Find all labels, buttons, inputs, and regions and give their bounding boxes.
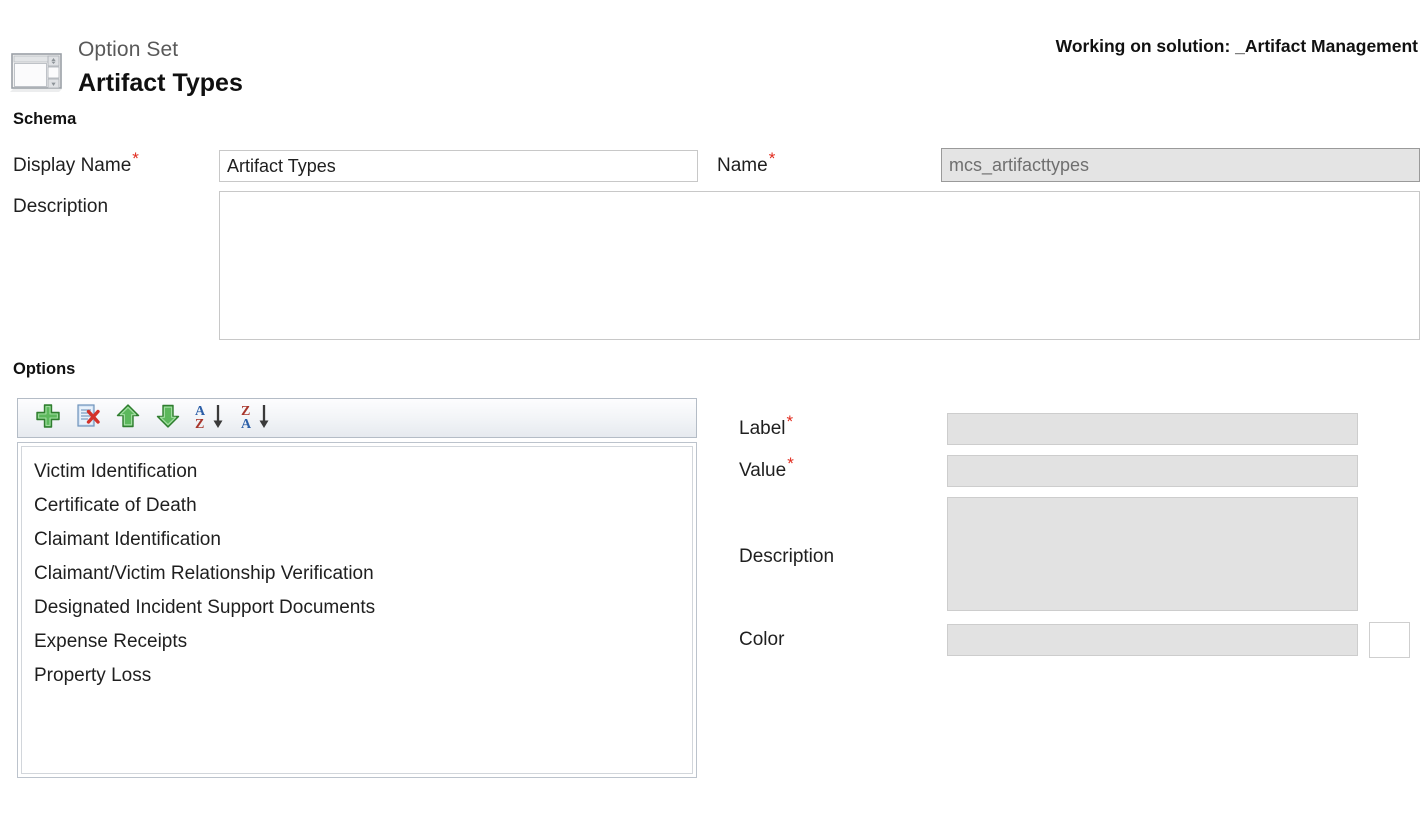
schema-section-heading: Schema xyxy=(13,110,77,128)
list-item[interactable]: Designated Incident Support Documents xyxy=(22,591,692,625)
color-swatch-button[interactable] xyxy=(1369,622,1410,658)
name-label-text: Name xyxy=(717,155,768,176)
options-listbox-inner[interactable]: Victim Identification Certificate of Dea… xyxy=(21,446,693,774)
option-color-input[interactable] xyxy=(947,624,1358,656)
list-item[interactable]: Property Loss xyxy=(22,659,692,693)
sort-az-icon: A Z xyxy=(193,402,229,435)
option-label-input[interactable] xyxy=(947,413,1358,445)
header-text-block: Option Set Artifact Types xyxy=(78,36,243,100)
options-toolbar: A Z Z A xyxy=(17,398,697,438)
sort-descending-button[interactable]: Z A xyxy=(234,402,280,434)
description-textarea[interactable] xyxy=(219,191,1420,340)
option-label-label-text: Label xyxy=(739,418,786,439)
description-label: Description xyxy=(13,196,109,217)
option-description-textarea[interactable] xyxy=(947,497,1358,611)
option-set-icon xyxy=(10,52,70,96)
move-up-button[interactable] xyxy=(108,402,148,434)
add-option-button[interactable] xyxy=(28,402,68,434)
page-title: Artifact Types xyxy=(78,69,243,97)
required-asterisk: * xyxy=(787,453,794,473)
required-asterisk: * xyxy=(786,411,794,431)
schema-name-input[interactable] xyxy=(941,148,1420,182)
option-color-label: Color xyxy=(739,629,785,650)
sort-ascending-button[interactable]: A Z xyxy=(188,402,234,434)
display-name-input[interactable] xyxy=(219,150,698,182)
name-label: Name* xyxy=(717,150,775,177)
option-description-label: Description xyxy=(739,546,835,567)
display-name-label: Display Name* xyxy=(13,150,139,177)
green-down-arrow-icon xyxy=(155,403,181,434)
list-item[interactable]: Expense Receipts xyxy=(22,625,692,659)
options-listbox[interactable]: Victim Identification Certificate of Dea… xyxy=(17,442,697,778)
green-plus-icon xyxy=(35,403,61,434)
options-section-heading: Options xyxy=(13,360,76,378)
option-value-input[interactable] xyxy=(947,455,1358,487)
option-label-label: Label* xyxy=(739,413,793,440)
option-value-label: Value* xyxy=(739,455,794,482)
list-item[interactable]: Claimant Identification xyxy=(22,523,692,557)
list-item[interactable]: Claimant/Victim Relationship Verificatio… xyxy=(22,557,692,591)
svg-text:A: A xyxy=(241,417,252,430)
page-header: Option Set Artifact Types Working on sol… xyxy=(0,0,1426,110)
required-asterisk: * xyxy=(132,148,139,168)
delete-option-button[interactable] xyxy=(68,402,108,434)
green-up-arrow-icon xyxy=(115,403,141,434)
display-name-label-text: Display Name xyxy=(13,155,132,176)
required-asterisk: * xyxy=(768,148,776,168)
list-item[interactable]: Certificate of Death xyxy=(22,489,692,523)
document-delete-icon xyxy=(75,403,101,434)
svg-text:Z: Z xyxy=(195,417,204,430)
move-down-button[interactable] xyxy=(148,402,188,434)
option-value-label-text: Value xyxy=(739,460,787,481)
solution-banner: Working on solution: _Artifact Managemen… xyxy=(1055,36,1418,56)
entity-kind-label: Option Set xyxy=(78,38,179,61)
list-item[interactable]: Victim Identification xyxy=(22,455,692,489)
sort-za-icon: Z A xyxy=(239,402,275,435)
